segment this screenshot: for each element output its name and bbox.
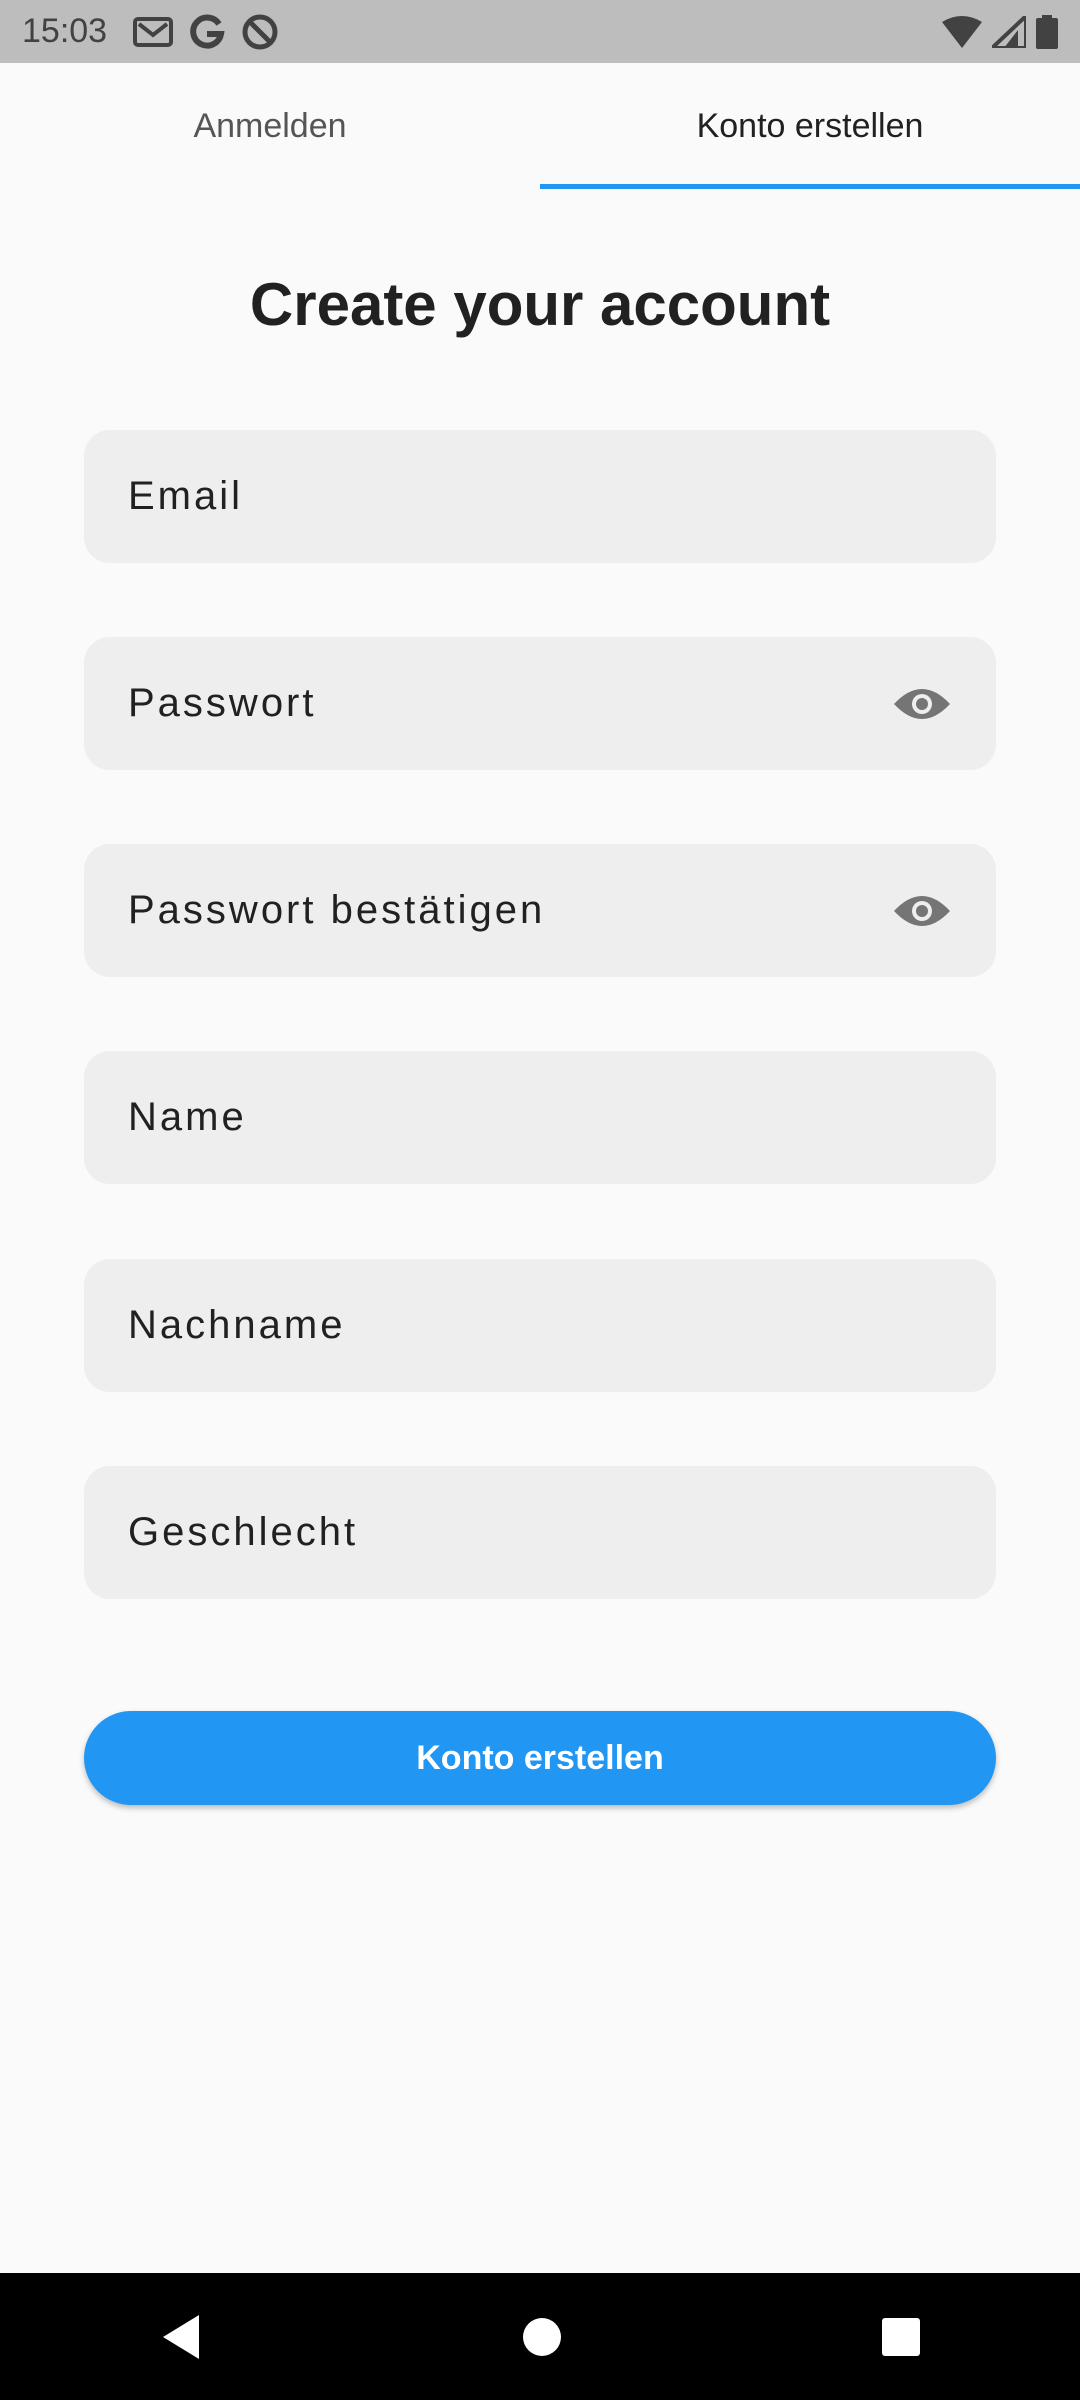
gender-field[interactable]: Geschlecht xyxy=(84,1466,996,1599)
password-placeholder: Passwort xyxy=(128,681,317,725)
cell-signal-icon xyxy=(992,15,1026,48)
password-field[interactable]: Passwort xyxy=(84,637,996,770)
wifi-icon xyxy=(942,15,982,48)
status-time: 15:03 xyxy=(22,12,108,50)
gender-placeholder: Geschlecht xyxy=(128,1510,359,1554)
email-placeholder: Email xyxy=(128,474,244,518)
email-field[interactable]: Email xyxy=(84,430,996,563)
tab-konto-erstellen[interactable]: Konto erstellen xyxy=(540,63,1080,189)
recents-icon[interactable] xyxy=(881,2317,921,2357)
status-bar: 15:03 xyxy=(0,0,1080,63)
confirm-password-field[interactable]: Passwort bestätigen xyxy=(84,844,996,977)
eye-icon[interactable] xyxy=(892,684,952,724)
create-account-button[interactable]: Konto erstellen xyxy=(84,1711,996,1805)
eye-icon[interactable] xyxy=(892,891,952,931)
first-name-field[interactable]: Name xyxy=(84,1051,996,1184)
do-not-disturb-icon xyxy=(241,13,279,51)
battery-icon xyxy=(1036,14,1058,49)
last-name-field[interactable]: Nachname xyxy=(84,1259,996,1392)
system-icons xyxy=(942,14,1058,49)
home-icon[interactable] xyxy=(522,2317,562,2357)
confirm-password-placeholder: Passwort bestätigen xyxy=(128,888,546,932)
auth-tabs: Anmelden Konto erstellen xyxy=(0,63,1080,189)
first-name-placeholder: Name xyxy=(128,1095,247,1139)
notification-icons xyxy=(133,13,279,51)
gmail-icon xyxy=(133,16,174,48)
navigation-bar xyxy=(0,2273,1080,2400)
tab-anmelden[interactable]: Anmelden xyxy=(0,63,540,189)
last-name-placeholder: Nachname xyxy=(128,1303,346,1347)
back-icon[interactable] xyxy=(159,2313,203,2361)
page-title: Create your account xyxy=(249,271,831,338)
google-icon xyxy=(189,14,225,50)
